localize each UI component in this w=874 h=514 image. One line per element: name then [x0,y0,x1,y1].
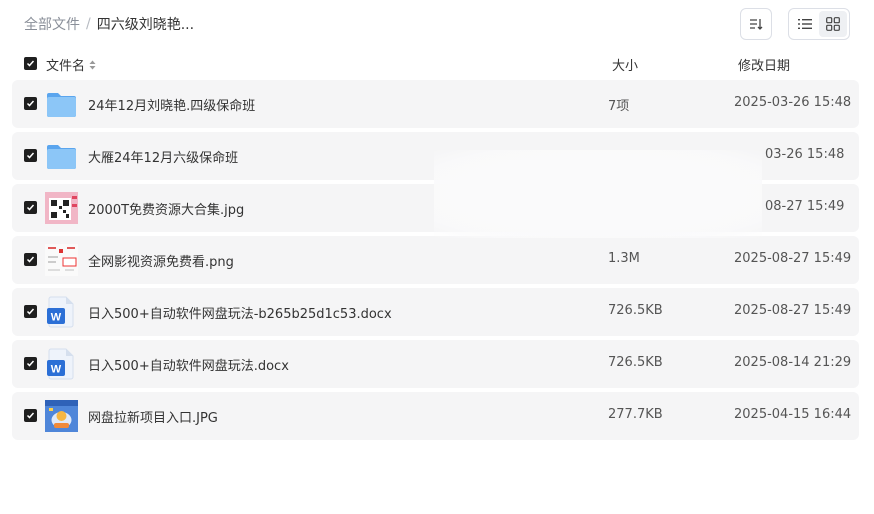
table-row[interactable]: 网盘拉新项目入口.JPG 277.7KB 2025-04-15 16:44 [12,392,859,440]
image-thumbnail [45,192,78,224]
breadcrumb-separator: / [86,16,91,32]
row-checkbox[interactable] [24,305,37,318]
file-date: 08-27 15:49 [765,199,845,214]
file-name[interactable]: 日入500+自动软件网盘玩法.docx [88,355,289,374]
view-switch [788,8,850,40]
row-checkbox[interactable] [24,357,37,370]
file-name[interactable]: 全网影视资源免费看.png [88,251,234,270]
row-checkbox[interactable] [24,97,37,110]
file-name[interactable]: 日入500+自动软件网盘玩法-b265b25d1c53.docx [88,303,392,322]
table-header: 文件名 大小 修改日期 [12,52,859,76]
file-date: 2025-04-15 16:44 [734,407,852,422]
table-row[interactable]: 24年12月刘晓艳.四级保命班 7项 2025-03-26 15:48 [12,80,859,128]
file-size: 726.5KB [608,303,663,318]
image-thumbnail [45,400,78,432]
svg-text:W: W [51,364,62,376]
table-row[interactable]: W 日入500+自动软件网盘玩法-b265b25d1c53.docx 726.5… [12,288,859,336]
word-doc-icon: W [47,348,74,380]
file-name[interactable]: 网盘拉新项目入口.JPG [88,407,218,426]
column-name-header[interactable]: 文件名 [46,55,96,74]
column-name-label: 文件名 [46,59,86,74]
list-view-button[interactable] [791,11,819,37]
select-all-checkbox[interactable] [24,57,37,70]
file-date: 03-26 15:48 [765,147,845,162]
folder-icon [47,93,76,117]
check-icon [26,308,35,315]
breadcrumb-root-link[interactable]: 全部文件 [24,14,80,34]
file-date: 2025-03-26 15:48 [734,95,852,110]
image-thumbnail [45,244,78,276]
breadcrumb-current: 四六级刘晓艳... [96,17,195,33]
file-size: 7项 [608,99,630,114]
check-icon [26,204,35,211]
sort-button[interactable] [740,8,772,40]
row-checkbox[interactable] [24,253,37,266]
column-size-header: 大小 [612,59,639,74]
table-row[interactable]: 全网影视资源免费看.png 1.3M 2025-08-27 15:49 [12,236,859,284]
row-checkbox[interactable] [24,409,37,422]
check-icon [26,412,35,419]
blur-overlay [434,150,762,238]
file-name[interactable]: 24年12月刘晓艳.四级保命班 [88,95,255,114]
row-checkbox[interactable] [24,201,37,214]
file-name[interactable]: 2000T免费资源大合集.jpg [88,199,244,218]
grid-view-button[interactable] [819,11,847,37]
file-date: 2025-08-14 21:29 [734,355,852,370]
sort-toggle-icon [89,60,96,69]
file-date: 2025-08-27 15:49 [734,251,852,266]
check-icon [26,152,35,159]
list-view-icon [798,19,812,29]
grid-view-icon [826,17,840,31]
file-name[interactable]: 大雁24年12月六级保命班 [88,147,238,166]
check-icon [26,256,35,263]
column-date-header: 修改日期 [738,59,791,74]
svg-text:W: W [51,312,62,324]
table-row[interactable]: W 日入500+自动软件网盘玩法.docx 726.5KB 2025-08-14… [12,340,859,388]
file-size: 726.5KB [608,355,663,370]
check-icon [26,100,35,107]
folder-icon [47,145,76,169]
sort-icon [750,19,763,30]
file-size: 277.7KB [608,407,663,422]
word-doc-icon: W [47,296,74,328]
file-date: 2025-08-27 15:49 [734,303,852,318]
file-size: 1.3M [608,251,640,266]
breadcrumb: 全部文件 / 四六级刘晓艳... [24,14,194,34]
check-icon [26,60,35,67]
row-checkbox[interactable] [24,149,37,162]
check-icon [26,360,35,367]
